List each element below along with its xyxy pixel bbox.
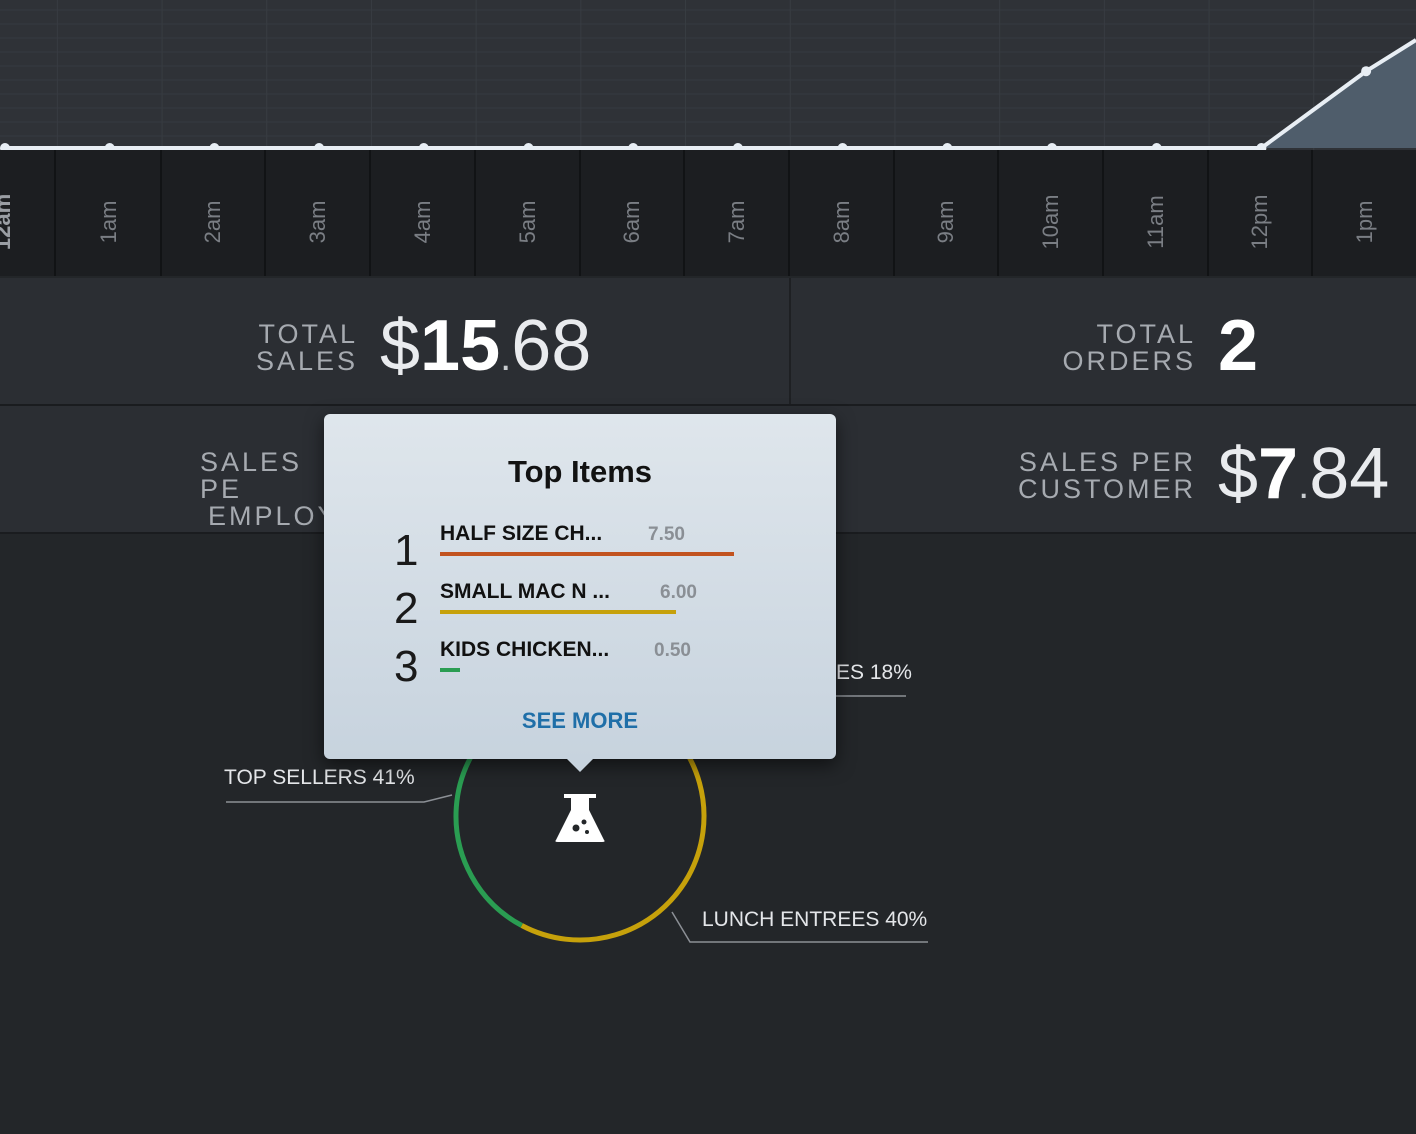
hour-label: 7am (723, 200, 749, 244)
hour-label: 1pm (1352, 200, 1378, 244)
hour-label: 5am (514, 200, 540, 244)
hour-label-cell: 7am (686, 150, 790, 276)
popover-title: Top Items (507, 454, 653, 489)
hour-label-cell: 9am (895, 150, 1000, 276)
hour-label: 12am (0, 193, 15, 251)
hour-label: 3am (305, 200, 331, 244)
hour-label: 6am (619, 200, 645, 244)
popover-arrow (566, 758, 594, 772)
hour-label: 11am (1142, 195, 1168, 249)
chart-plot (0, 0, 1416, 150)
sales-per-customer-label: SALES PER CUSTOMER (1017, 447, 1196, 504)
item-bar (440, 552, 734, 556)
hour-axis: 12am 1am 2am 3am 4am 5am 6am 7am 8am 9am 10am 11am 1… (0, 150, 1416, 276)
item-value: 6.00 (660, 582, 697, 603)
hour-label-cell: 2am (162, 150, 267, 276)
leader-line-top-sellers (226, 794, 453, 803)
total-orders-value: 2 (1218, 306, 1259, 386)
hour-label: 2am (200, 200, 226, 244)
item-name: KIDS CHICKEN... (440, 638, 610, 661)
hour-label: 4am (409, 200, 435, 244)
total-orders-label: TOTAL ORDERS (1062, 319, 1196, 376)
total-sales-label: TOTAL SALES (255, 319, 358, 376)
data-point (628, 143, 639, 150)
item-value: 0.50 (654, 640, 691, 661)
hour-label-cell: 5am (477, 150, 581, 276)
top-item-3[interactable]: 3 KIDS CHICKEN... 0.50 (394, 638, 774, 692)
donut-label-third: ES 18% (836, 661, 912, 684)
hour-label-cell: 10am (1000, 150, 1104, 276)
data-point (1151, 143, 1162, 150)
data-point (837, 143, 848, 150)
row-divider (789, 278, 791, 404)
see-more-link[interactable]: SEE MORE (324, 708, 836, 734)
top-items-popover: Top Items 1 HALF SIZE CH... 7.50 2 SMALL… (324, 414, 836, 759)
data-point (732, 143, 743, 150)
hour-label-cell: 12pm (1209, 150, 1314, 276)
hour-label-cell: 11am (1105, 150, 1209, 276)
item-name: SMALL MAC N ... (440, 580, 610, 603)
hour-label-cell: 8am (791, 150, 895, 276)
hourly-sales-chart (0, 0, 1416, 150)
sales-per-customer-value: $7.84 (1218, 434, 1390, 514)
data-point (418, 143, 429, 150)
flask-icon (555, 794, 605, 842)
hour-label-cell: 6am (581, 150, 686, 276)
item-value: 7.50 (648, 524, 685, 545)
data-point (0, 143, 10, 150)
data-point (209, 143, 220, 150)
hour-label-cell: 4am (372, 150, 476, 276)
data-point (942, 143, 953, 150)
hour-label-cell: 3am (267, 150, 372, 276)
donut-label-top-sellers: TOP SELLERS 41% (224, 766, 415, 789)
item-rank: 1 (394, 526, 419, 575)
hour-label: 1am (95, 200, 121, 244)
item-bar (440, 668, 460, 672)
donut-label-lunch-entrees: LUNCH ENTREES 40% (702, 908, 928, 931)
data-point (104, 143, 115, 150)
data-point (314, 143, 325, 150)
hour-label: 12pm (1247, 194, 1273, 250)
data-point (1047, 143, 1057, 150)
metrics-row-1: TOTAL SALES $15.68 TOTAL ORDERS 2 (0, 278, 1416, 406)
total-sales-value: $15.68 (380, 306, 592, 386)
item-rank: 3 (394, 642, 419, 691)
data-point (1361, 66, 1372, 77)
item-rank: 2 (394, 584, 419, 633)
item-bar (440, 610, 676, 614)
top-item-2[interactable]: 2 SMALL MAC N ... 6.00 (394, 580, 774, 634)
hour-label-cell: 1pm (1314, 150, 1416, 276)
top-item-1[interactable]: 1 HALF SIZE CH... 7.50 (394, 522, 774, 576)
sales-per-employee-label: SALES PE EMPLOY (200, 447, 339, 531)
hour-label-cell: 1am (58, 150, 162, 276)
hour-label: 10am (1038, 194, 1063, 250)
hour-label: 9am (933, 200, 959, 244)
hour-label-cell: 12am (0, 150, 56, 276)
hour-label: 8am (828, 200, 854, 244)
item-name: HALF SIZE CH... (440, 522, 603, 545)
data-point (523, 143, 534, 150)
